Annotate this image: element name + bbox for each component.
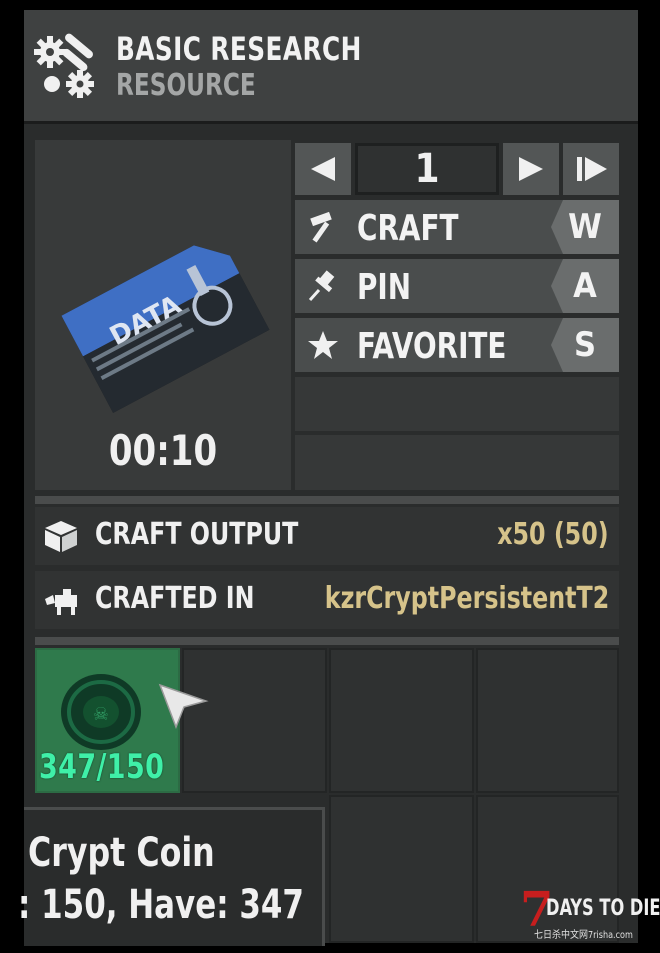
- quantity-field[interactable]: 1: [355, 143, 499, 195]
- craft-output-row: CRAFT OUTPUT x50 (50): [35, 507, 619, 565]
- recipe-panel: BASIC RESEARCH RESOURCE DATA 00:10 1 CRA…: [18, 10, 638, 946]
- section-divider: [35, 496, 619, 504]
- craft-output-value: x50 (50): [497, 517, 609, 552]
- crafted-in-label: CRAFTED IN: [95, 581, 255, 616]
- skip-to-max-icon: [577, 157, 607, 181]
- pin-label: PIN: [357, 267, 412, 308]
- crafted-in-value: kzrCryptPersistentT2: [324, 581, 609, 616]
- empty-action-slot: [295, 377, 619, 431]
- hammer-icon: [310, 211, 332, 243]
- favorite-hotkey: S: [551, 318, 619, 372]
- ingredient-count: 347/150: [39, 747, 165, 787]
- pin-button[interactable]: PIN A: [295, 259, 619, 313]
- ingredient-slot-empty: [329, 648, 474, 793]
- ingredient-slot-empty: [329, 795, 474, 943]
- gears-pipes-icon: [34, 33, 94, 98]
- max-quantity-button[interactable]: [563, 143, 619, 195]
- craft-button[interactable]: CRAFT W: [295, 200, 619, 254]
- pin-icon: [308, 270, 335, 302]
- data-card-icon: DATA: [61, 245, 270, 413]
- triangle-right-icon: [519, 157, 543, 181]
- decrease-quantity-button[interactable]: [295, 143, 351, 195]
- triangle-left-icon: [311, 157, 335, 181]
- svg-text:☠: ☠: [93, 704, 109, 725]
- recipe-header: BASIC RESEARCH RESOURCE: [24, 10, 638, 124]
- ingredient-slot-empty: [476, 648, 619, 793]
- favorite-button[interactable]: FAVORITE S: [295, 318, 619, 372]
- game-logo-watermark: 7 DAYS TO DIE 七日杀中文网7risha.com: [520, 882, 660, 946]
- mouse-cursor-icon: [158, 683, 209, 729]
- craft-hotkey: W: [551, 200, 619, 254]
- pin-hotkey: A: [551, 259, 619, 313]
- empty-action-slot: [295, 435, 619, 490]
- workbench-hand-icon: [45, 589, 77, 615]
- star-icon: [308, 331, 338, 359]
- ingredient-tooltip: Crypt Coin : 150, Have: 347: [18, 807, 325, 946]
- tooltip-item-name: Crypt Coin: [28, 830, 215, 876]
- logo-title: DAYS TO DIE: [546, 896, 660, 921]
- section-divider: [35, 637, 619, 645]
- box-icon: [45, 521, 77, 552]
- favorite-label: FAVORITE: [357, 326, 507, 367]
- increase-quantity-button[interactable]: [503, 143, 559, 195]
- craft-label: CRAFT: [357, 208, 459, 249]
- craft-time: 00:10: [108, 426, 218, 475]
- crafted-in-row: CRAFTED IN kzrCryptPersistentT2: [35, 571, 619, 629]
- tooltip-item-counts: : 150, Have: 347: [18, 882, 304, 928]
- recipe-category: RESOURCE: [116, 68, 256, 103]
- recipe-title: BASIC RESEARCH: [116, 30, 362, 68]
- craft-output-label: CRAFT OUTPUT: [95, 517, 299, 552]
- recipe-image-box: DATA 00:10: [35, 140, 291, 490]
- logo-subtitle: 七日杀中文网7risha.com: [534, 930, 633, 941]
